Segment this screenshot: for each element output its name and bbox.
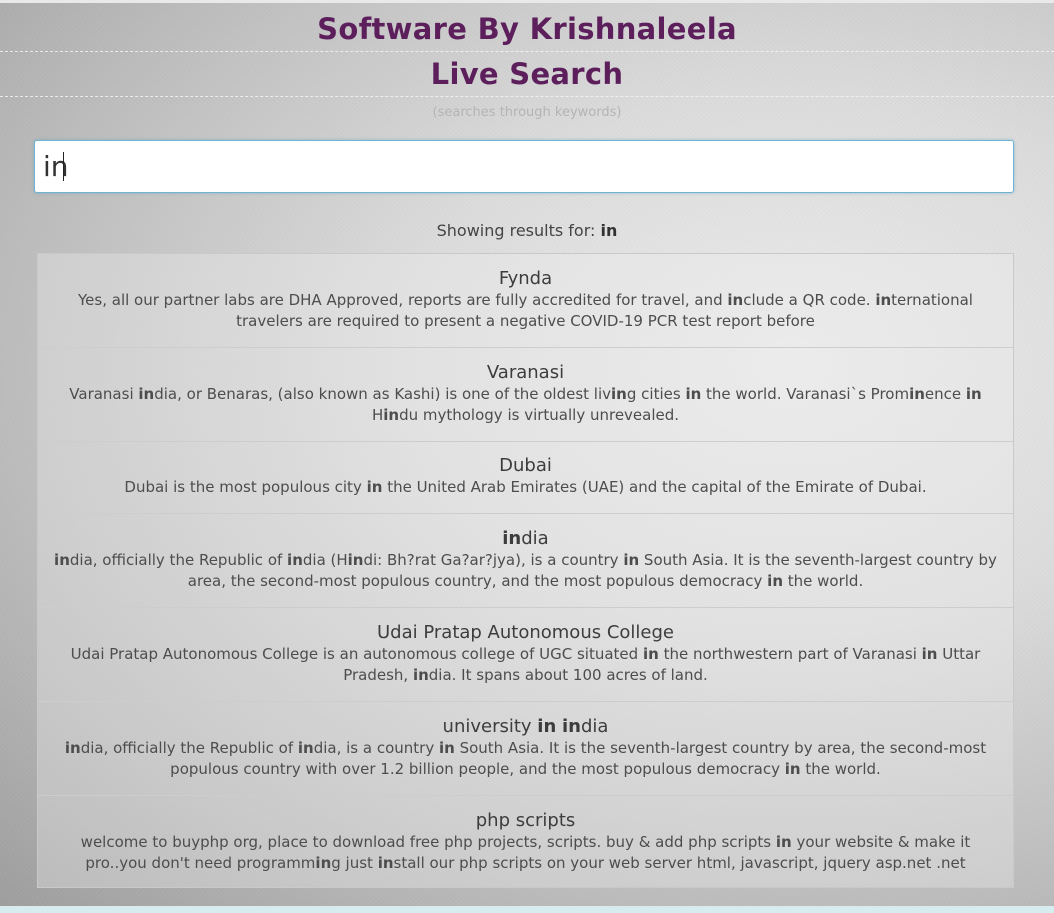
result-title[interactable]: Fynda [52, 268, 999, 290]
divider [0, 96, 1054, 97]
result-description: india, officially the Republic of india,… [64, 739, 987, 778]
result-title[interactable]: Varanasi [52, 362, 999, 384]
result-description: Dubai is the most populous city in the U… [124, 478, 927, 496]
result-description: welcome to buyphp org, place to download… [80, 833, 971, 872]
result-title[interactable]: Dubai [52, 455, 999, 477]
results-summary-query: in [600, 221, 618, 240]
text-caret [63, 152, 64, 181]
result-item[interactable]: Fynda Yes, all our partner labs are DHA … [38, 254, 1013, 348]
divider [0, 51, 1054, 52]
page-subtitle: (searches through keywords) [432, 105, 622, 120]
result-title[interactable]: Udai Pratap Autonomous College [52, 622, 999, 644]
result-title[interactable]: india [52, 528, 999, 550]
result-title[interactable]: university in india [52, 716, 999, 738]
result-description: Varanasi india, or Benaras, (also known … [69, 385, 982, 424]
results-summary-label: Showing results for: [436, 221, 596, 240]
bottom-edge [0, 906, 1054, 913]
results-summary: Showing results for: in [0, 221, 1054, 240]
result-item[interactable]: university in india india, officially th… [38, 702, 1013, 796]
result-item[interactable]: Udai Pratap Autonomous College Udai Prat… [38, 608, 1013, 702]
result-description: Udai Pratap Autonomous College is an aut… [70, 645, 981, 684]
result-item[interactable]: Dubai Dubai is the most populous city in… [38, 442, 1013, 514]
result-description: Yes, all our partner labs are DHA Approv… [78, 291, 973, 330]
brand-title: Software By Krishnaleela [317, 12, 737, 46]
top-edge [0, 0, 1054, 3]
page-title: Live Search [430, 57, 624, 91]
search-box[interactable] [34, 140, 1014, 193]
result-description: india, officially the Republic of india … [54, 551, 997, 590]
results-list: Fynda Yes, all our partner labs are DHA … [37, 253, 1014, 888]
search-input[interactable] [35, 141, 1013, 192]
result-item[interactable]: php scripts welcome to buyphp org, place… [38, 796, 1013, 888]
result-title[interactable]: php scripts [52, 810, 999, 832]
result-item[interactable]: Varanasi Varanasi india, or Benaras, (al… [38, 348, 1013, 442]
result-item[interactable]: india india, officially the Republic of … [38, 514, 1013, 608]
